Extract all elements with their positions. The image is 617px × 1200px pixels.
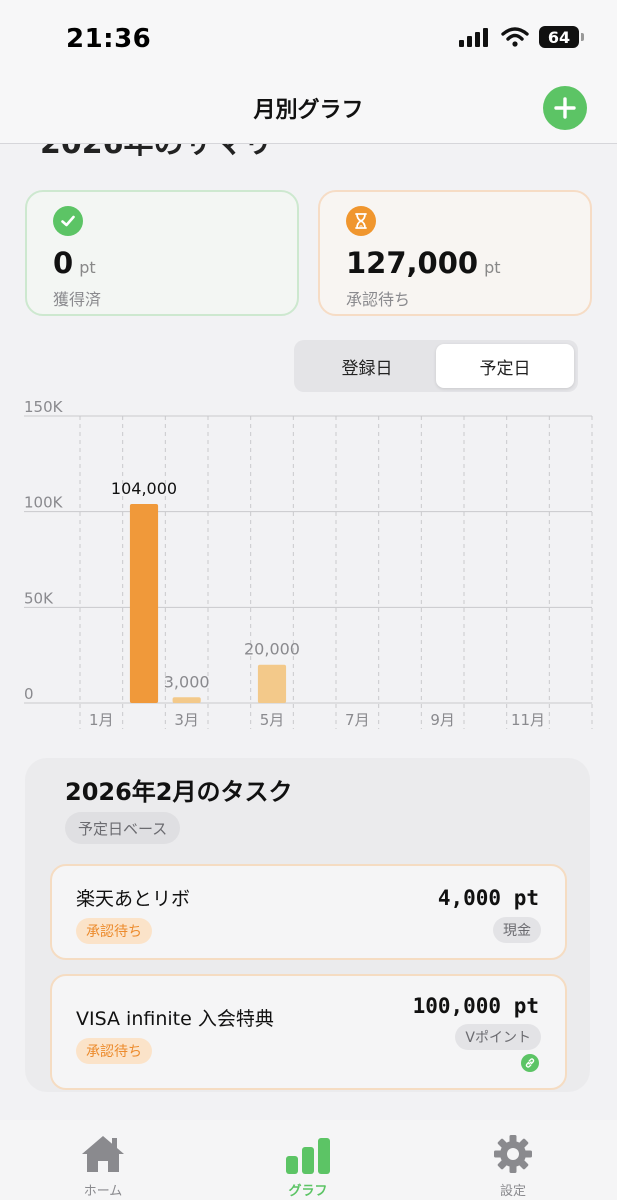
link-icon[interactable] xyxy=(521,1054,539,1072)
earned-unit: pt xyxy=(79,258,96,277)
tab-settings[interactable]: 設定 xyxy=(463,1132,563,1199)
wifi-icon xyxy=(501,27,529,47)
y-tick-label: 100K xyxy=(24,494,64,512)
segment-registration-date[interactable]: 登録日 xyxy=(298,344,436,388)
bar-5月 xyxy=(257,664,287,703)
pending-label: 承認待ち xyxy=(346,290,411,309)
hourglass-icon xyxy=(346,206,376,236)
page-title: 月別グラフ xyxy=(253,98,364,123)
pending-points-card: 127,000 pt 承認待ち xyxy=(318,190,592,316)
earned-value: 0 pt xyxy=(53,246,96,280)
x-tick-label: 11月 xyxy=(511,711,545,729)
earned-number: 0 xyxy=(53,246,74,280)
x-tick-label: 1月 xyxy=(89,711,114,729)
task-card-title: 2026年2月のタスク xyxy=(65,778,293,806)
bar-chart-icon xyxy=(286,1138,330,1174)
cellular-signal-icon xyxy=(459,28,488,47)
tab-settings-label: 設定 xyxy=(499,1184,526,1199)
status-time: 21:36 xyxy=(66,24,152,54)
pending-value: 127,000 pt xyxy=(346,246,501,280)
x-tick-label: 3月 xyxy=(174,711,199,729)
chart-grid xyxy=(24,415,593,729)
navigation-bar: 月別グラフ xyxy=(0,80,617,144)
pending-unit: pt xyxy=(484,258,501,277)
bar-2月 xyxy=(129,504,159,703)
chart-svg: 0 50K 100K 150K 104,000 3,000 20,000 1月 3月 5月 7月 9月… xyxy=(24,398,593,729)
tab-graph[interactable]: グラフ xyxy=(258,1132,358,1199)
monthly-task-card: 2026年2月のタスク 予定日ベース 楽天あとリボ 承認待ち 4,000 pt … xyxy=(25,758,590,1092)
status-icons: 64 xyxy=(459,26,584,48)
checkmark-circle-icon xyxy=(53,206,83,236)
house-icon xyxy=(82,1136,124,1172)
status-bar: 21:36 64 xyxy=(0,0,617,80)
y-tick-label: 0 xyxy=(24,685,34,703)
task-status-badge: 承認待ち xyxy=(76,1038,152,1064)
y-tick-label: 150K xyxy=(24,400,64,416)
monthly-bar-chart: 0 50K 100K 150K 104,000 3,000 20,000 1月 3月 5月 7月 9月… xyxy=(0,398,617,740)
task-item[interactable]: VISA infinite 入会特典 承認待ち 100,000 pt Vポイント xyxy=(50,974,567,1090)
task-type-badge: 現金 xyxy=(493,917,541,943)
gear-icon xyxy=(494,1135,532,1173)
task-points: 4,000 pt xyxy=(437,886,539,910)
data-label: 104,000 xyxy=(111,479,177,498)
data-label: 3,000 xyxy=(164,672,210,691)
segment-scheduled-date[interactable]: 予定日 xyxy=(436,344,574,388)
tab-bar: ホーム グラフ 設定 xyxy=(0,1120,617,1200)
bar-3月 xyxy=(172,697,201,703)
earned-points-card: 0 pt 獲得済 xyxy=(25,190,299,316)
earned-label: 獲得済 xyxy=(53,290,102,309)
date-basis-segmented-control[interactable]: 登録日 予定日 xyxy=(294,340,578,392)
task-name: 楽天あとリボ xyxy=(76,888,191,910)
battery-indicator: 64 xyxy=(539,26,584,48)
x-tick-label: 9月 xyxy=(430,711,455,729)
data-label: 20,000 xyxy=(244,640,300,659)
task-points: 100,000 pt xyxy=(412,994,539,1018)
task-type-badge: Vポイント xyxy=(455,1024,541,1050)
tab-home-label: ホーム xyxy=(83,1184,123,1199)
pending-number: 127,000 xyxy=(346,246,479,280)
plus-circle-icon xyxy=(554,97,576,119)
tab-home[interactable]: ホーム xyxy=(53,1132,153,1199)
task-status-badge: 承認待ち xyxy=(76,918,152,944)
task-name: VISA infinite 入会特典 xyxy=(76,1008,274,1030)
basis-badge: 予定日ベース xyxy=(65,812,181,844)
task-item[interactable]: 楽天あとリボ 承認待ち 4,000 pt 現金 xyxy=(50,864,567,960)
add-button[interactable] xyxy=(543,86,587,130)
y-tick-label: 50K xyxy=(24,589,54,607)
tab-graph-label: グラフ xyxy=(288,1184,328,1199)
x-tick-label: 5月 xyxy=(260,711,285,729)
x-tick-label: 7月 xyxy=(345,711,370,729)
